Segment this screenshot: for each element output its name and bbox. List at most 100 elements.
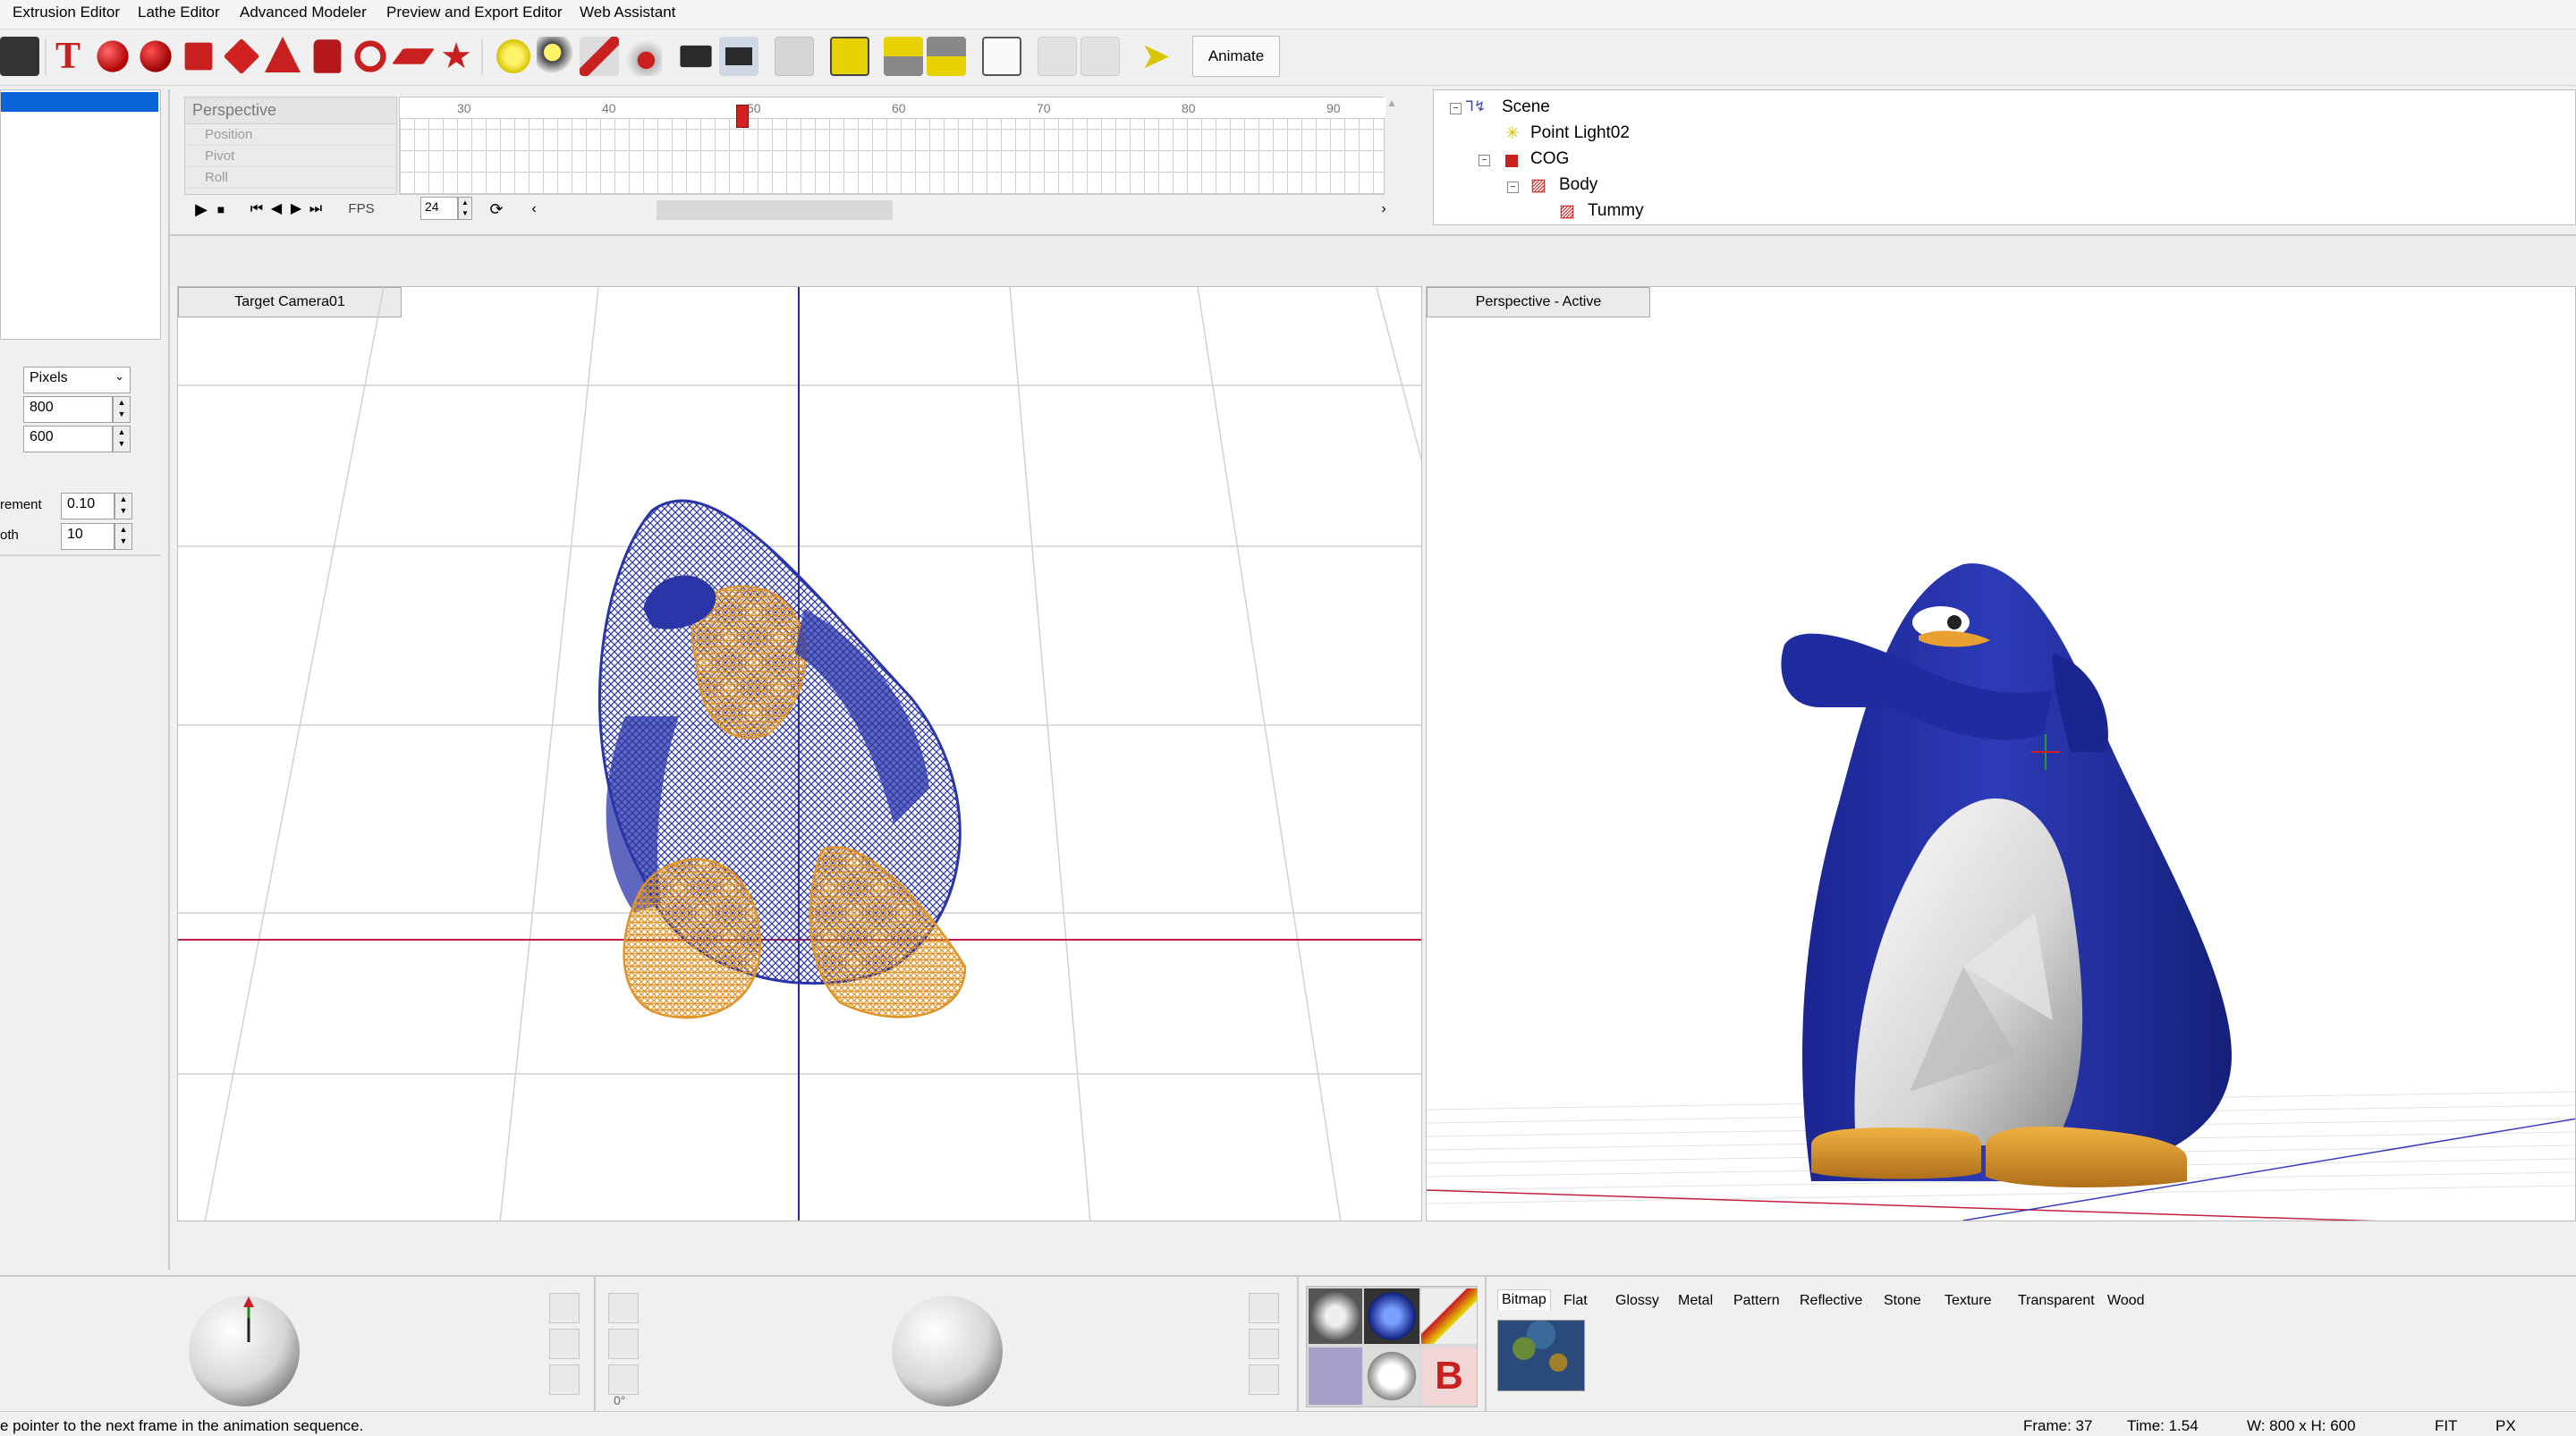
tab-metal[interactable]: Metal [1678, 1293, 1713, 1309]
height-stepper[interactable]: ▲ ▼ [113, 426, 131, 452]
target-camera-icon[interactable] [719, 37, 758, 76]
penguin-wireframe[interactable] [598, 499, 967, 1019]
track-position[interactable]: Position [185, 124, 396, 146]
tree-item-scene[interactable]: Scene [1502, 97, 1550, 117]
increment-stepper[interactable]: ▲ ▼ [114, 493, 132, 519]
orbit-button[interactable] [549, 1329, 580, 1359]
orbit-button[interactable] [549, 1364, 580, 1395]
tab-reflective[interactable]: Reflective [1800, 1293, 1862, 1309]
loop-icon[interactable]: ⟳ [487, 199, 506, 220]
spotlight-icon[interactable] [537, 37, 576, 76]
animate-button[interactable]: Animate [1192, 36, 1280, 77]
width-field[interactable]: 800 [23, 396, 113, 423]
light-bulb-icon[interactable] [494, 37, 533, 76]
diamond-tool-icon[interactable] [223, 38, 260, 75]
collapse-icon[interactable]: − [1507, 182, 1519, 193]
scroll-right-icon[interactable]: › [1374, 199, 1394, 220]
menu-extrusion-editor[interactable]: Extrusion Editor [13, 4, 120, 21]
tab-bitmap[interactable]: Bitmap [1497, 1289, 1551, 1310]
tab-stone[interactable]: Stone [1884, 1293, 1921, 1309]
stop-icon[interactable]: ■ [211, 199, 231, 220]
sphere-tool-icon[interactable] [97, 40, 129, 72]
status-fit[interactable]: FIT [2435, 1417, 2458, 1435]
light-direction-sphere[interactable] [186, 1293, 302, 1409]
directional-light-icon[interactable] [580, 37, 619, 76]
track-pivot[interactable]: Pivot [185, 146, 396, 167]
gear-icon[interactable] [1364, 1347, 1419, 1405]
playhead[interactable] [736, 105, 749, 128]
cylinder-tool-icon[interactable] [313, 39, 342, 73]
object-list[interactable] [0, 89, 161, 340]
camera-icon[interactable] [680, 45, 712, 68]
disabled-tool-icon[interactable] [775, 37, 814, 76]
tree-item-tummy[interactable]: Tummy [1588, 201, 1644, 221]
group-select-icon[interactable] [830, 37, 869, 76]
smooth-field[interactable]: 10 [61, 523, 114, 550]
play-icon[interactable]: ▶ [191, 199, 211, 220]
rotate-button[interactable] [608, 1293, 639, 1323]
tree-item-cog[interactable]: COG [1530, 149, 1569, 169]
viewport-camera[interactable]: Target Camera01 [177, 286, 1422, 1221]
next-frame-icon[interactable]: ▶ [286, 199, 306, 220]
view-button[interactable] [1249, 1293, 1279, 1323]
material-preview-icon[interactable] [1309, 1288, 1362, 1344]
plane-tool-icon[interactable] [391, 48, 436, 64]
tab-pattern[interactable]: Pattern [1733, 1293, 1780, 1309]
menu-preview-export[interactable]: Preview and Export Editor [386, 4, 563, 21]
timeline-vscroll[interactable]: ▲ [1386, 97, 1397, 195]
orbit-button[interactable] [549, 1293, 580, 1323]
menu-advanced-modeler[interactable]: Advanced Modeler [240, 4, 367, 21]
timeline-scroll-thumb[interactable] [657, 200, 893, 220]
edit-tool-icon[interactable] [982, 37, 1021, 76]
fps-field[interactable]: 24 [420, 197, 458, 220]
cone-tool-icon[interactable] [265, 37, 301, 72]
tree-item-body[interactable]: Body [1559, 175, 1597, 195]
pointer-icon[interactable]: ➤ [1136, 37, 1175, 76]
lock-icon[interactable] [0, 37, 39, 76]
align-top-icon[interactable] [884, 37, 923, 76]
cube-tool-icon[interactable] [184, 42, 213, 71]
bold-material-icon[interactable]: B [1421, 1347, 1477, 1405]
menu-web-assistant[interactable]: Web Assistant [580, 4, 675, 21]
collapse-icon[interactable]: − [1479, 155, 1490, 166]
penguin-model[interactable] [1781, 563, 2232, 1187]
view-button[interactable] [1249, 1364, 1279, 1395]
rotate-button[interactable] [608, 1364, 639, 1395]
rotate-button[interactable] [608, 1329, 639, 1359]
smooth-stepper[interactable]: ▲ ▼ [114, 523, 132, 550]
tree-item-point-light[interactable]: Point Light02 [1530, 123, 1630, 143]
texture-swatch-icon[interactable] [1309, 1347, 1362, 1405]
viewport-perspective[interactable]: Perspective - Active [1426, 286, 2576, 1221]
units-select[interactable]: Pixels ⌄ [23, 367, 131, 393]
view-button[interactable] [1249, 1329, 1279, 1359]
frame-ruler[interactable]: 30 40 50 60 70 80 90 [400, 97, 1385, 119]
status-px[interactable]: PX [2496, 1417, 2516, 1435]
selected-row[interactable] [1, 92, 158, 112]
bump-map-icon[interactable] [1364, 1288, 1419, 1344]
height-field[interactable]: 600 [23, 426, 113, 452]
tab-flat[interactable]: Flat [1563, 1293, 1588, 1309]
width-stepper[interactable]: ▲ ▼ [113, 396, 131, 423]
menu-lathe-editor[interactable]: Lathe Editor [138, 4, 220, 21]
fps-stepper[interactable]: ▲ ▼ [458, 197, 472, 220]
align-bottom-icon[interactable] [927, 37, 966, 76]
tab-transparent[interactable]: Transparent [2018, 1293, 2095, 1309]
star-tool-icon[interactable]: ★ [436, 37, 476, 76]
increment-field[interactable]: 0.10 [61, 493, 114, 519]
undo-icon[interactable] [1038, 37, 1077, 76]
hemisphere-tool-icon[interactable] [140, 40, 172, 72]
light-target-icon[interactable] [623, 37, 662, 76]
first-frame-icon[interactable]: ⏮ [247, 199, 267, 220]
scroll-left-icon[interactable]: ‹ [524, 199, 544, 220]
tab-wood[interactable]: Wood [2107, 1293, 2145, 1309]
track-roll[interactable]: Roll [185, 167, 396, 189]
collapse-icon[interactable]: − [1450, 103, 1462, 114]
redo-icon[interactable] [1080, 37, 1120, 76]
last-frame-icon[interactable]: ⏭ [306, 199, 326, 220]
tab-texture[interactable]: Texture [1945, 1293, 1991, 1309]
text-tool-icon[interactable]: T [48, 37, 88, 76]
highlight-icon[interactable] [1421, 1288, 1477, 1344]
torus-tool-icon[interactable] [354, 40, 386, 72]
prev-frame-icon[interactable]: ◀ [267, 199, 286, 220]
object-rotation-sphere[interactable] [889, 1293, 1005, 1409]
